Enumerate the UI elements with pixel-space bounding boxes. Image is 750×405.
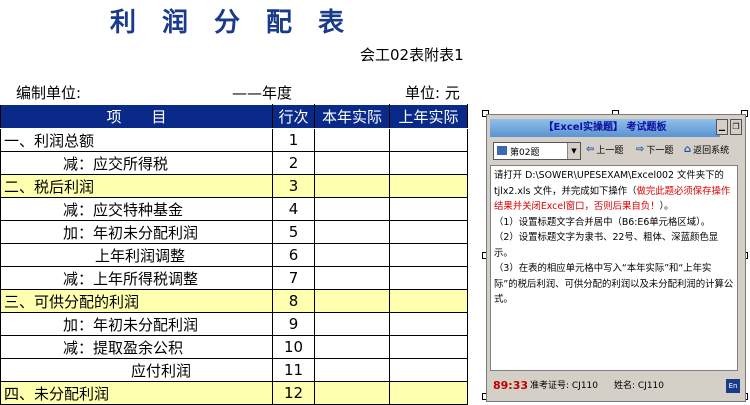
row-current-cell[interactable] [314,243,390,267]
row-item[interactable]: 减：应交所得税 [0,151,273,175]
row-item[interactable]: 一、利润总额 [0,128,273,152]
row-line[interactable]: 3 [272,174,315,198]
question-text-steps: ）。 （1）设置标题文字合并居中（B6:E6单元格区域）。 （2）设置标题文字为… [494,201,734,305]
table-row: 减：应交特种基金 4 [0,197,468,221]
restore-icon[interactable]: ❐ [730,119,742,135]
table-row: 加：年初未分配利润 5 [0,220,468,244]
table-row: 上年利润调整 6 [0,243,468,267]
row-item[interactable]: 上年利润调整 [0,243,273,267]
row-line[interactable]: 12 [272,381,315,405]
col-header-item[interactable]: 项 目 [0,104,273,129]
row-line[interactable]: 5 [272,220,315,244]
row-previous-cell[interactable] [389,381,468,405]
question-text: 请打开 D:\SOWER\UPESEXAM\Excel002 文件夹下的 tjl… [490,165,738,371]
row-previous-cell[interactable] [389,289,468,313]
panel-title: 【Excel实操题】 考试题板 [490,119,720,137]
return-system-button[interactable]: ⌂ 返回系统 [684,143,729,156]
row-previous-cell[interactable] [389,358,468,382]
row-current-cell[interactable] [314,220,390,244]
arrow-right-icon: ⇨ [636,144,645,155]
row-item[interactable]: 减：上年所得税调整 [0,266,273,290]
table-header-row: 项 目 行次 本年实际 上年实际 [0,104,468,129]
row-item[interactable]: 减：应交特种基金 [0,197,273,221]
table-row: 减：应交所得税 2 [0,151,468,175]
unit-label[interactable]: 编制单位: [16,82,81,103]
row-line[interactable]: 11 [272,358,315,382]
exam-id: 准考证号: CJ110 [530,381,599,391]
row-line[interactable]: 4 [272,197,315,221]
row-previous-cell[interactable] [389,220,468,244]
table-row: 加：年初未分配利润 9 [0,312,468,336]
table-row: 减：上年所得税调整 7 [0,266,468,290]
profit-distribution-table: 项 目 行次 本年实际 上年实际 一、利润总额 1 减：应交所得税 2 二、税后利润… [0,104,468,405]
row-line[interactable]: 6 [272,243,315,267]
report-subtitle[interactable]: 会工02表附表1 [360,44,464,65]
row-previous-cell[interactable] [389,174,468,198]
exam-question-panel: 【Excel实操题】 考试题板 ▁ ❐ 第02题 ▼ ⇦ 上一题 ⇨ 下一题 ⌂… [486,114,746,402]
table-row: 应付利润 11 [0,358,468,382]
table-row: 三、可供分配的利润 8 [0,289,468,313]
table-row: 一、利润总额 1 [0,128,468,152]
col-header-previous-year[interactable]: 上年实际 [389,104,468,129]
row-previous-cell[interactable] [389,128,468,152]
prev-question-button[interactable]: ⇦ 上一题 [586,143,623,156]
report-title[interactable]: 利润分配表 [110,2,370,39]
row-current-cell[interactable] [314,289,390,313]
return-system-label: 返回系统 [693,146,730,156]
home-icon: ⌂ [684,144,692,155]
row-current-cell[interactable] [314,128,390,152]
row-item[interactable]: 四、未分配利润 [0,381,273,405]
row-line[interactable]: 1 [272,128,315,152]
next-question-label: 下一题 [646,146,674,156]
row-current-cell[interactable] [314,151,390,175]
row-line[interactable]: 7 [272,266,315,290]
candidate-name: 姓名: CJ110 [614,381,665,391]
row-current-cell[interactable] [314,335,390,359]
row-previous-cell[interactable] [389,312,468,336]
question-select[interactable]: 第02题 ▼ [493,142,581,160]
year-label[interactable]: ——年度 [232,82,292,103]
prev-question-label: 上一题 [596,146,624,156]
next-question-button[interactable]: ⇨ 下一题 [636,143,673,156]
panel-toolbar: 第02题 ▼ ⇦ 上一题 ⇨ 下一题 ⌂ 返回系统 [490,141,740,163]
row-line[interactable]: 8 [272,289,315,313]
row-previous-cell[interactable] [389,335,468,359]
row-line[interactable]: 10 [272,335,315,359]
row-item[interactable]: 减：提取盈余公积 [0,335,273,359]
arrow-left-icon: ⇦ [586,144,595,155]
row-current-cell[interactable] [314,197,390,221]
row-previous-cell[interactable] [389,197,468,221]
row-current-cell[interactable] [314,312,390,336]
row-current-cell[interactable] [314,358,390,382]
row-previous-cell[interactable] [389,266,468,290]
row-item[interactable]: 应付利润 [0,358,273,382]
row-current-cell[interactable] [314,266,390,290]
col-header-current-year[interactable]: 本年实际 [314,104,390,129]
table-row: 减：提取盈余公积 10 [0,335,468,359]
chevron-down-icon[interactable]: ▼ [567,143,580,159]
col-header-line[interactable]: 行次 [272,104,315,129]
minimize-icon[interactable]: ▁ [716,119,728,135]
question-select-value: 第02题 [510,148,540,158]
row-current-cell[interactable] [314,381,390,405]
row-previous-cell[interactable] [389,151,468,175]
row-item[interactable]: 二、税后利润 [0,174,273,198]
language-toggle-button[interactable]: En [726,379,740,393]
row-previous-cell[interactable] [389,243,468,267]
row-item[interactable]: 加：年初未分配利润 [0,220,273,244]
row-line[interactable]: 9 [272,312,315,336]
document-icon [497,146,507,155]
row-current-cell[interactable] [314,174,390,198]
table-row: 四、未分配利润 12 [0,381,468,405]
countdown-timer: 89:33 [493,379,529,392]
row-item[interactable]: 加：年初未分配利润 [0,312,273,336]
row-item[interactable]: 三、可供分配的利润 [0,289,273,313]
currency-label[interactable]: 单位: 元 [405,82,460,103]
panel-status-bar: 89:33 准考证号: CJ110 姓名: CJ110 En [490,377,740,395]
table-row: 二、税后利润 3 [0,174,468,198]
row-line[interactable]: 2 [272,151,315,175]
panel-window-buttons: ▁ ❐ [716,119,742,135]
